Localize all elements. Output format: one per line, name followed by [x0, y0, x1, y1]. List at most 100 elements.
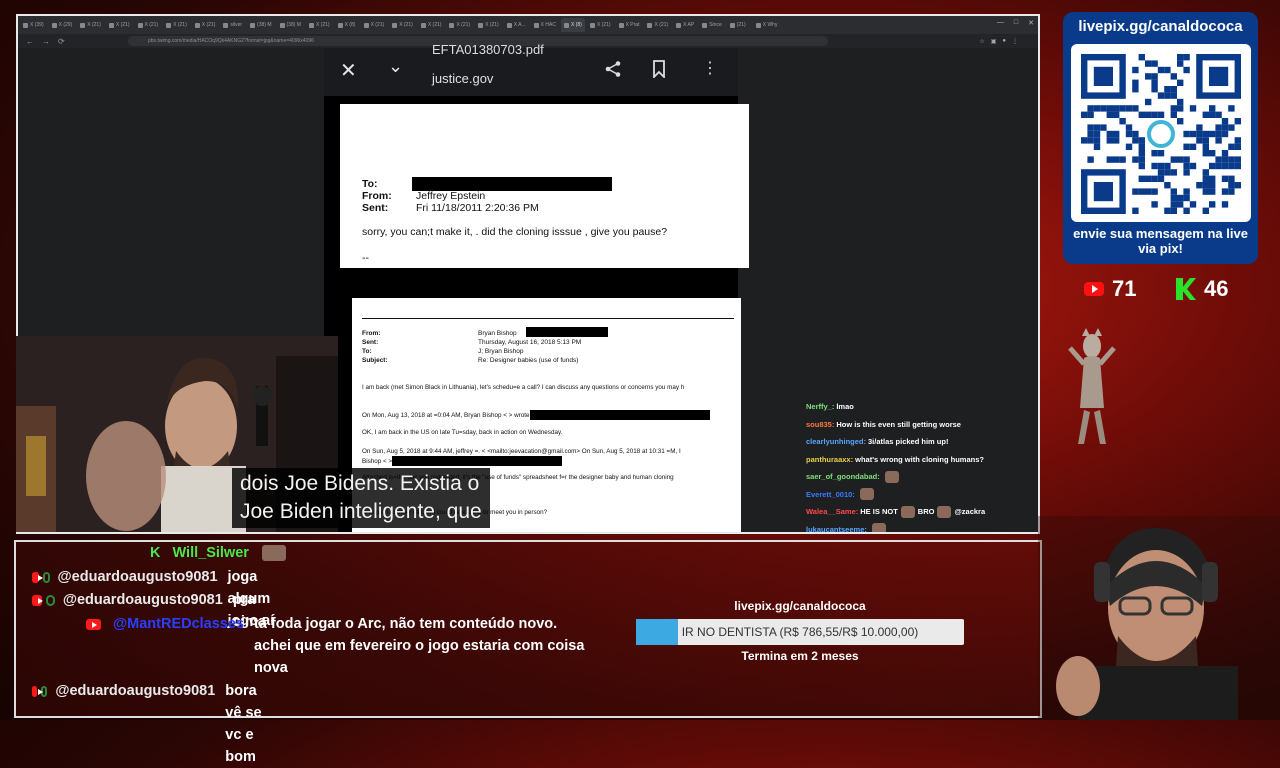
tab-label: X (8): [570, 22, 582, 28]
tab-favicon-icon: [589, 22, 595, 28]
chat-username[interactable]: Nerffy_:: [806, 402, 834, 411]
chat-username[interactable]: saer_of_goondabad:: [806, 472, 880, 481]
browser-tab[interactable]: X (21): [446, 18, 473, 32]
tab-favicon-icon: [279, 22, 285, 28]
chat-username[interactable]: lukaucantseeme:: [806, 525, 867, 532]
browser-tab[interactable]: silver: [220, 18, 245, 32]
chat-message: @MantREDclasses tá foda jogar o Arc, não …: [86, 616, 594, 679]
share-icon[interactable]: [604, 60, 622, 83]
tab-label: X (21): [115, 22, 130, 28]
goal-label: IR NO DENTISTA (R$ 786,55/R$ 10.000,00): [681, 625, 919, 639]
tab-favicon-icon: [449, 22, 455, 28]
tab-label: Since: [709, 22, 722, 28]
chat-username[interactable]: @eduardoaugusto9081: [63, 592, 223, 608]
chat-username[interactable]: panthuraaxx:: [806, 455, 853, 464]
browser-tab[interactable]: X (21): [475, 18, 502, 32]
chat-username[interactable]: Everett_0010:: [806, 490, 855, 499]
star-icon[interactable]: ☆: [979, 38, 984, 45]
redaction: [526, 327, 608, 337]
goal-progress-bar: IR NO DENTISTA (R$ 786,55/R$ 10.000,00): [636, 619, 964, 645]
chat-emote: [859, 488, 874, 501]
browser-tab[interactable]: X (21): [644, 18, 671, 32]
browser-tab[interactable]: X (21): [306, 18, 333, 32]
browser-tab[interactable]: X (21): [587, 18, 614, 32]
tab-favicon-icon: [23, 22, 28, 28]
browser-tab[interactable]: (21): [727, 18, 751, 32]
chat-emote: [871, 523, 886, 532]
browser-tab[interactable]: X (21): [192, 18, 219, 32]
browser-tab[interactable]: (38) M: [277, 18, 304, 32]
youtube-icon: [32, 595, 44, 606]
browser-tab[interactable]: X A...: [504, 18, 529, 32]
browser-tab[interactable]: X (21): [361, 18, 388, 32]
redaction: [530, 410, 710, 420]
browser-tab[interactable]: X (21): [135, 18, 162, 32]
browser-tab[interactable]: X Prat: [616, 18, 643, 32]
tab-label: X (21): [399, 22, 413, 28]
chat-text: BRO: [917, 507, 935, 517]
youtube-icon: [1084, 282, 1104, 296]
chat-message: Walea__Same: HE IS NOT BRO @zackra: [806, 503, 1036, 521]
tab-favicon-icon: [647, 22, 653, 28]
email-line: On Sun, Aug 5, 2018 at 9:44 AM, jeffrey …: [362, 448, 681, 455]
back-icon[interactable]: ←: [26, 37, 34, 46]
toolbar-icons: ☆ ▣ ● ⋮: [979, 38, 1018, 45]
chat-username[interactable]: Walea__Same:: [806, 507, 858, 516]
browser-tab[interactable]: X (39): [20, 18, 47, 32]
chat-username[interactable]: @MantREDclasses: [113, 616, 244, 632]
tab-favicon-icon: [223, 22, 229, 28]
browser-tab[interactable]: X (29): [49, 18, 76, 32]
tab-favicon-icon: [363, 22, 369, 28]
chat-text: 3i/atlas picked him up!: [868, 437, 949, 447]
browser-tab[interactable]: X (21): [163, 18, 190, 32]
chat-username[interactable]: Will_Silwer: [172, 545, 248, 561]
extensions-icon[interactable]: ▣: [991, 38, 997, 45]
minimize-icon[interactable]: —: [997, 19, 1004, 27]
email-body: sorry, you can;t make it, . did the clon…: [362, 226, 668, 238]
browser-tab[interactable]: X (8): [335, 18, 359, 32]
sent-value: Thursday, August 16, 2018 5:13 PM: [478, 339, 582, 346]
chat-emote: [884, 470, 899, 483]
kick-viewer-count: 46: [1176, 276, 1228, 302]
tab-label: X Prat: [625, 22, 640, 28]
subtitle-caption: dois Joe Bidens. Existia o Joe Biden int…: [232, 468, 490, 528]
chat-username[interactable]: @eduardoaugusto9081: [58, 569, 218, 585]
menu-icon[interactable]: ⋮: [1012, 38, 1018, 45]
browser-tab[interactable]: X AP: [673, 18, 697, 32]
browser-tab[interactable]: X (21): [106, 18, 133, 32]
tab-bar: X (39) X (29) X (21) X (21) X (21) X (21) X (2…: [18, 16, 1038, 34]
chat-username[interactable]: @eduardoaugusto9081: [55, 683, 215, 699]
goal-site: livepix.gg/canaldococa: [734, 599, 866, 613]
window-controls: — □ ✕: [997, 19, 1034, 27]
browser-tab[interactable]: (38) M: [247, 18, 274, 32]
browser-tab[interactable]: X (21): [389, 18, 416, 32]
sent-label: Sent:: [362, 202, 389, 214]
chat-username[interactable]: sou835:: [806, 420, 834, 429]
chevron-down-icon[interactable]: ⌄: [388, 56, 403, 77]
phone-screenshot: ✕ ⌄ EFTA01380703.pdf justice.gov ⋮ To: F…: [324, 42, 749, 532]
browser-tab[interactable]: X HAC: [531, 18, 559, 32]
tab-label: X (21): [654, 22, 669, 28]
chat-emote: [937, 505, 952, 518]
reload-icon[interactable]: ⟳: [58, 37, 65, 46]
close-icon[interactable]: ✕: [1028, 19, 1034, 27]
maximize-icon[interactable]: □: [1014, 19, 1018, 27]
browser-tab[interactable]: X (8): [560, 18, 585, 32]
bookmark-icon[interactable]: [652, 60, 666, 83]
forward-icon[interactable]: →: [42, 37, 50, 46]
tab-favicon-icon: [250, 22, 256, 28]
chat-message: clearlyunhinged: 3i/atlas picked him up!: [806, 433, 1036, 451]
goal-deadline: Termina em 2 meses: [741, 649, 859, 663]
chat-username[interactable]: clearlyunhinged:: [806, 437, 866, 446]
chat-message: saer_of_goondabad:: [806, 468, 1036, 486]
profile-icon[interactable]: ●: [1002, 38, 1006, 45]
browser-tab[interactable]: X Why: [753, 18, 781, 32]
browser-tab[interactable]: X (21): [418, 18, 445, 32]
tab-favicon-icon: [337, 22, 343, 28]
browser-tab[interactable]: X (21): [77, 18, 104, 32]
tab-label: X Why: [762, 22, 778, 28]
more-options-icon[interactable]: ⋮: [702, 58, 718, 78]
close-icon[interactable]: ✕: [340, 58, 357, 83]
livepix-qr-panel: livepix.gg/canaldococa envie sua mensage…: [1063, 12, 1258, 264]
browser-tab[interactable]: Since: [699, 18, 725, 32]
